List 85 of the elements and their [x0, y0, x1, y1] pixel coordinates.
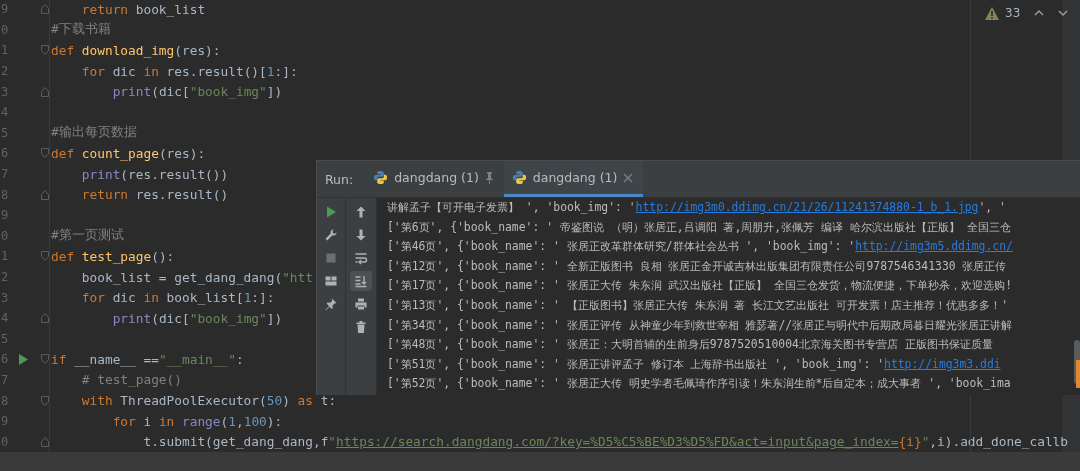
- code-line: #下载书籍: [51, 21, 111, 39]
- pin-icon[interactable]: [484, 171, 494, 184]
- fold-icon[interactable]: [41, 86, 49, 97]
- arrow-down-icon: [354, 228, 368, 242]
- line-number: 2: [0, 64, 10, 79]
- fold-icon[interactable]: [41, 4, 49, 15]
- pin-icon: [324, 297, 338, 311]
- line-number: 7: [0, 373, 10, 387]
- line-number: 0: [0, 228, 10, 243]
- run-tab[interactable]: dangdang (1): [503, 161, 644, 197]
- code-line: print(dic["book_img"]): [111, 84, 283, 100]
- fold-icon[interactable]: [41, 148, 49, 159]
- console-line: ['第6页', {'book_name': ' 帝鉴图说 （明）张居正,吕调阳 著,周朋升,张佩芳 编译 哈尔滨出版社【正版】 全国三仓: [387, 218, 1012, 236]
- console-line: ['第46页', {'book_name': ' 张居正改革群体研究/群体社会丛书 ', 'book_img': 'http://img3m5.ddimg.cn/: [387, 238, 1014, 256]
- python-icon: [511, 170, 527, 185]
- code-line: def count_page(res):: [51, 145, 206, 161]
- line-number: 3: [0, 290, 10, 305]
- toolbar-button[interactable]: [350, 271, 372, 291]
- line-number: 9: [0, 208, 10, 223]
- code-line: def test_page():: [51, 248, 175, 264]
- fold-icon[interactable]: [41, 436, 49, 447]
- warning-count: 33: [1005, 6, 1021, 20]
- line-number: 8: [0, 393, 10, 408]
- wrap-icon: [354, 251, 368, 265]
- line-number: 2: [0, 270, 10, 284]
- run-tab[interactable]: dangdang (1): [365, 161, 504, 197]
- code-line: #输出每页数据: [51, 124, 137, 142]
- scroll-to-end-icon: [354, 274, 368, 288]
- line-number: 8: [0, 187, 10, 202]
- line-number: 0: [0, 434, 10, 449]
- fold-icon[interactable]: [41, 395, 49, 406]
- chevron-up-icon[interactable]: [1034, 9, 1045, 17]
- line-number: 0: [0, 22, 10, 37]
- python-icon: [373, 170, 389, 185]
- console-line: ['第34页', {'book_name': ' 张居正评传 从神童少年到救世宰相 雅瑟著//张居正与明代中后期政局暮日耀光张居正讲解: [387, 316, 1014, 334]
- line-number: 5: [0, 125, 10, 140]
- code-line: print(dic["book_img"]): [111, 310, 283, 326]
- fold-icon[interactable]: [41, 189, 49, 200]
- line-number: 5: [0, 331, 10, 346]
- code-line: return res.result(): [80, 187, 229, 203]
- code-line: t.submit(get_dang_dang,f"https://search.dangdang.com/?key=%D5%C5%BE%D3%D5%FD&act=input&page_index={i}",i).add_done_callb: [142, 434, 1069, 450]
- chevron-down-icon[interactable]: [1058, 9, 1069, 17]
- printer-icon: [354, 297, 368, 311]
- line-number: 6: [0, 352, 10, 367]
- console-line: ['第17页', {'book_name': ' 张居正大传 朱东润 武汉出版社【正版】 全国三仓发货，物流便捷，下单秒杀，欢迎选购!: [387, 277, 1014, 295]
- line-number: 1: [0, 43, 10, 58]
- console-line: ['第51页', {'book_name': ' 张居正讲评孟子 修订本 上海辞书出版社 ', 'book_img': 'http://img3m3.ddi: [387, 355, 1002, 373]
- line-number: 3: [0, 84, 10, 99]
- trash-icon: [354, 320, 368, 334]
- warning-icon[interactable]: [985, 6, 999, 20]
- stop-icon: [324, 251, 338, 265]
- fold-icon[interactable]: [41, 45, 49, 56]
- line-number: 7: [0, 167, 10, 182]
- fold-icon[interactable]: [41, 251, 49, 262]
- console-line: ['第13页', {'book_name': ' 【正版图书】张居正大传 朱东润 著 长江文艺出版社 可开发票！店主推荐！优惠多多！': [387, 296, 1010, 314]
- run-icon: [324, 205, 338, 219]
- console-line: ['第12页', {'book_name': ' 全新正版图书 良相 张居正金开诚吉林出版集团有限责任公司9787546341330 张居正传: [387, 257, 1008, 275]
- line-number: 4: [0, 105, 10, 120]
- line-number: 9: [0, 414, 10, 429]
- code-line: print(res.result()): [80, 166, 229, 182]
- line-number: 9: [0, 2, 10, 17]
- line-number: 1: [0, 249, 10, 264]
- code-line: for i in range(1,100):: [111, 413, 283, 429]
- code-line: book_list = get_dang_dang("htt: [80, 269, 313, 285]
- code-line: return book_list: [80, 1, 206, 17]
- console-line: ['第52页', {'book_name': ' 张居正大传 明史学者毛佩琦作序引读！朱东润生前*后自定本；成大事者 ', 'book_ima: [387, 375, 1012, 393]
- layout-icon: [324, 274, 338, 288]
- code-line: with ThreadPoolExecutor(50) as t:: [80, 393, 337, 409]
- fold-icon[interactable]: [41, 313, 49, 324]
- run-icon[interactable]: [19, 353, 28, 365]
- code-editor[interactable]: [0, 0, 1080, 471]
- wrench-icon: [324, 228, 338, 242]
- console-line: ['第48页', {'book_name': ' 张居正：大明首辅的生前身后9787520510004北京海关图书专营店 正版图书保证质量: [387, 336, 994, 354]
- code-line: def download_img(res):: [51, 43, 221, 58]
- code-line: # test_page(): [80, 372, 182, 388]
- code-line: for dic in res.result()[1:]:: [80, 63, 298, 79]
- fold-icon[interactable]: [41, 354, 49, 365]
- line-number: 4: [0, 311, 10, 326]
- console-line: 讲解孟子【可开电子发票】 ', 'book_img': 'http://img3m0.ddimg.cn/21/26/11241374880-1_b_1.jpg', ': [387, 199, 1007, 216]
- code-line: for dic in book_list[1:]:: [80, 290, 275, 306]
- line-number: 6: [0, 146, 10, 161]
- panel-title: Run:: [324, 171, 355, 187]
- arrow-up-icon: [354, 205, 368, 219]
- close-icon[interactable]: [623, 172, 634, 183]
- code-line: if __name__ =="__main__":: [51, 351, 244, 367]
